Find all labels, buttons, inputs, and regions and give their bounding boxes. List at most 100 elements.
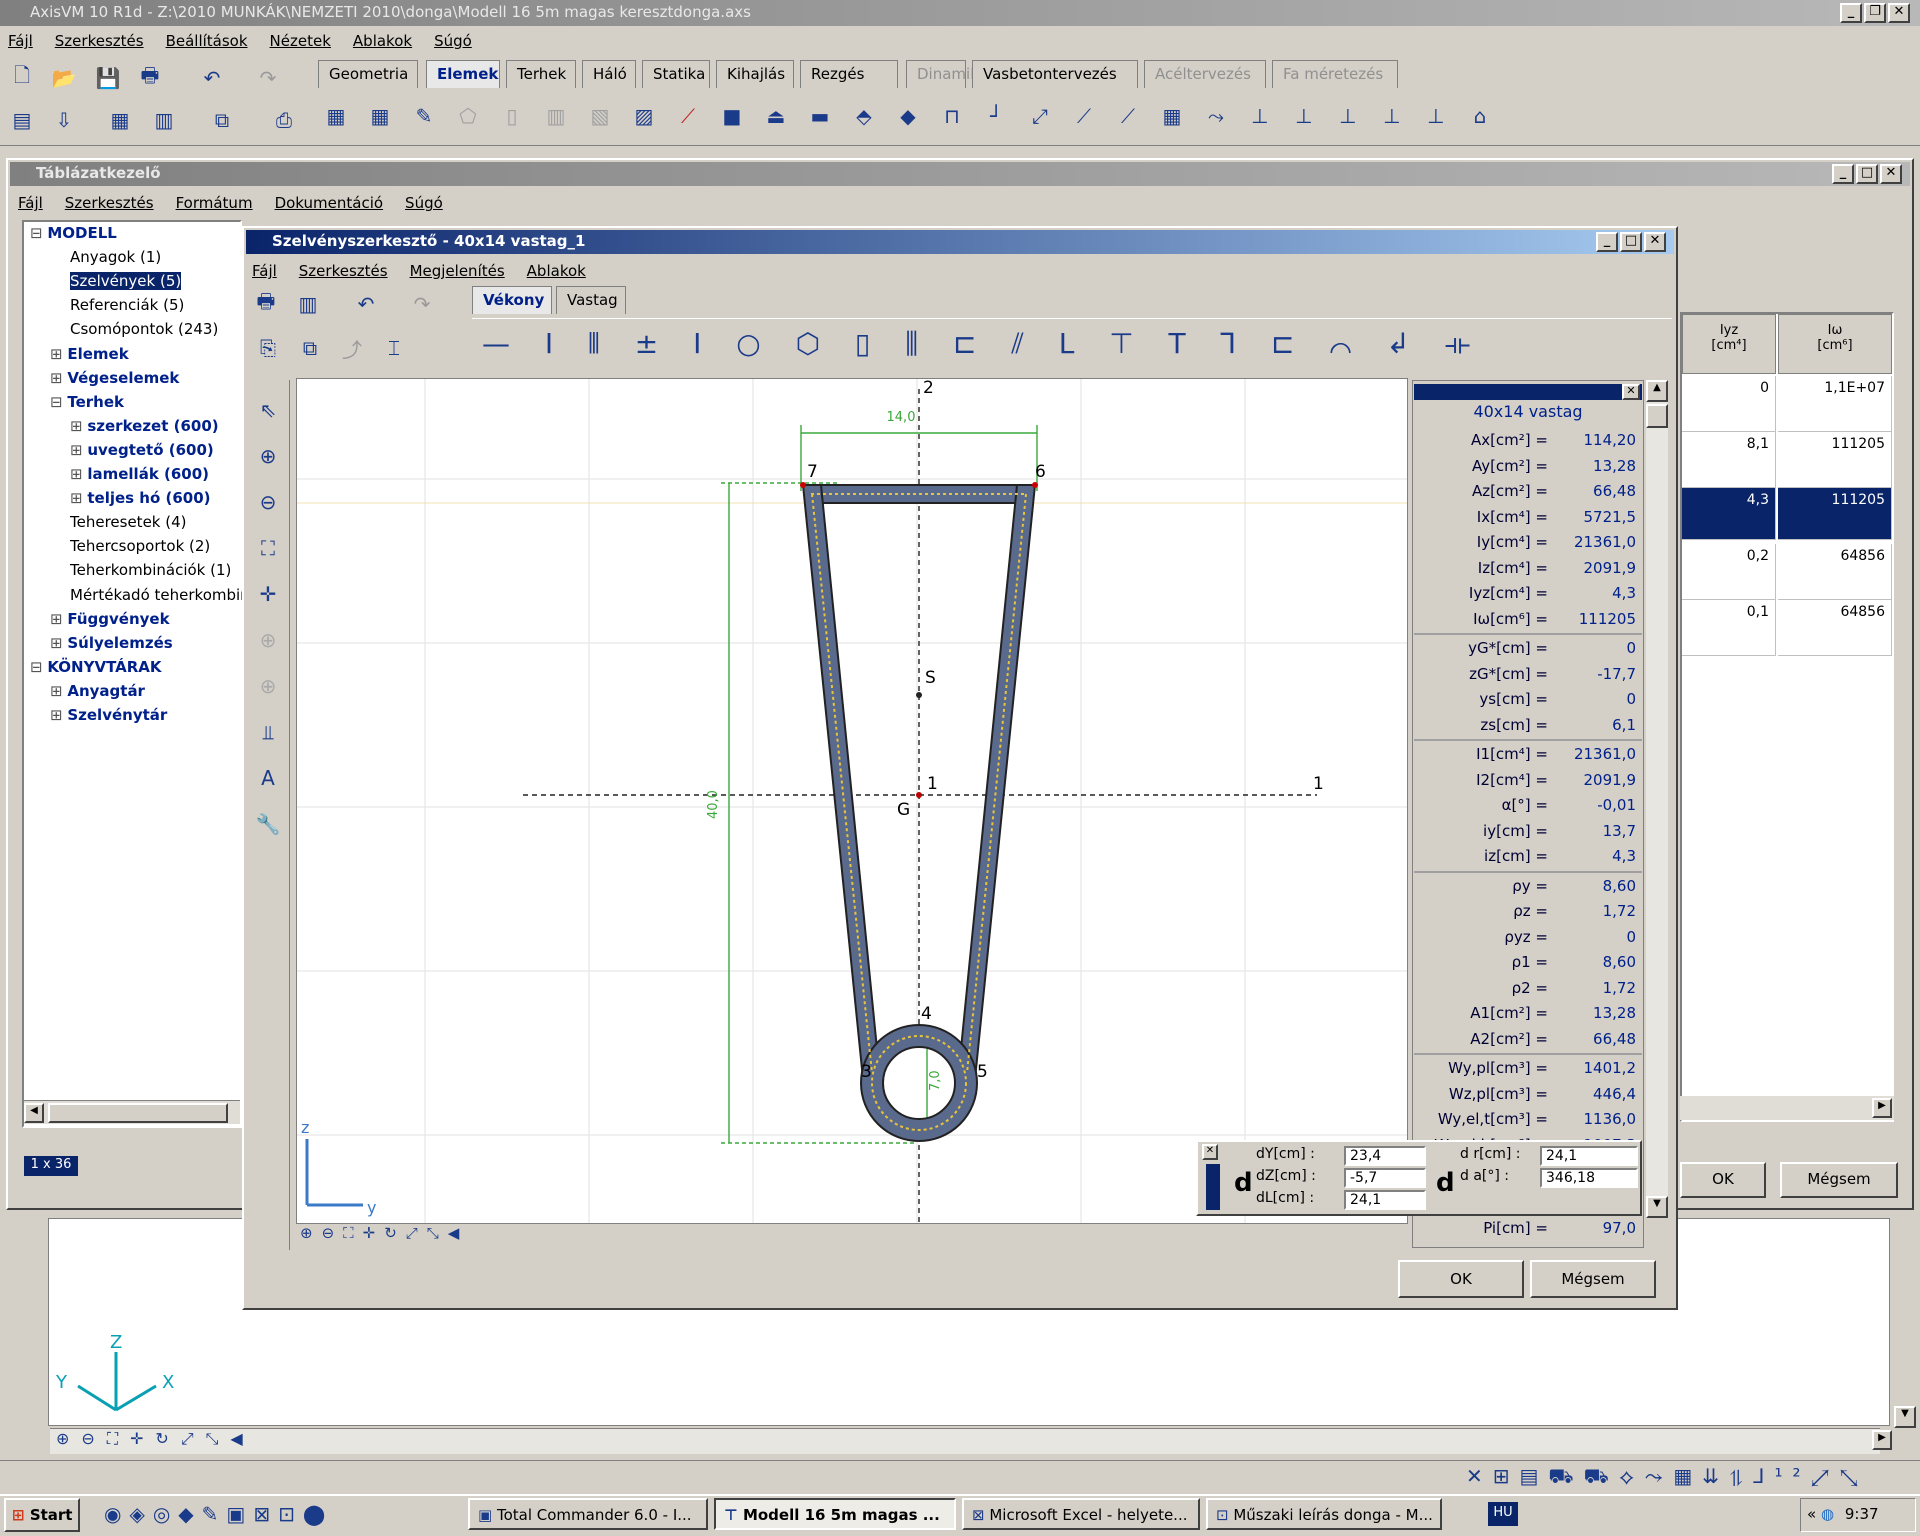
table-minimize-button[interactable]: _ <box>1832 164 1854 184</box>
tree-item[interactable]: Anyagok (1) <box>50 248 161 266</box>
taskbar-item-2[interactable]: ⊠ Microsoft Excel - helyete... <box>962 1498 1200 1530</box>
tree-item[interactable]: Teherkombinációk (1) <box>50 561 231 579</box>
da-value[interactable]: 346,18 <box>1540 1168 1638 1188</box>
taskbar-item-3[interactable]: ⊡ Műszaki leírás donga - M... <box>1206 1498 1442 1530</box>
tree-item[interactable]: ⊟ Terhek <box>50 393 124 411</box>
menu-item-1[interactable]: Szerkesztés <box>65 194 154 212</box>
collapse-icon[interactable]: ⊟ <box>30 224 47 242</box>
element-tool-icon-4[interactable]: ▯ <box>496 100 528 132</box>
screenshot-icon[interactable]: ⎙ <box>268 104 300 136</box>
module-tab-3[interactable]: Háló <box>582 60 636 88</box>
editor-cancel-button[interactable]: Mégsem <box>1530 1260 1656 1298</box>
element-tool-icon-6[interactable]: ▧ <box>584 100 616 132</box>
taskbar-item-1[interactable]: ⊤ Modell 16 5m magas ... <box>714 1498 956 1530</box>
print-section-icon[interactable]: 🖶 <box>250 288 282 320</box>
element-tool-icon-5[interactable]: ▥ <box>540 100 572 132</box>
menu-item-4[interactable]: Súgó <box>405 194 443 212</box>
grid-cell[interactable]: 1,1E+07 <box>1778 376 1892 432</box>
quicklaunch-icons[interactable]: ◉◈◎◆✎▣⊠⊡⬤ <box>104 1502 333 1526</box>
tree-item[interactable]: Szelvények (5) <box>50 271 183 292</box>
tree-item[interactable]: ⊞ uvegtető (600) <box>70 441 214 459</box>
tray-chevron-icon[interactable]: « <box>1807 1505 1816 1523</box>
main-vscroll-down[interactable]: ▼ <box>1894 1406 1916 1428</box>
grid-cell[interactable]: 111205 <box>1778 432 1892 488</box>
export-section-icon[interactable]: ⤴ <box>336 332 368 364</box>
language-indicator[interactable]: HU <box>1488 1502 1518 1526</box>
grid-header[interactable]: Iyz [cm⁴] <box>1682 314 1776 374</box>
pointer-icon[interactable]: ⇖ <box>252 394 284 426</box>
dz-value[interactable]: -5,7 <box>1344 1168 1426 1188</box>
menu-item-4[interactable]: Ablakok <box>353 32 412 50</box>
dl-value[interactable]: 24,1 <box>1344 1190 1426 1210</box>
element-tool-icon-3[interactable]: ⬠ <box>452 100 484 132</box>
tree-item[interactable]: ⊞ Anyagtár <box>50 682 145 700</box>
table-close-button[interactable]: ✕ <box>1880 164 1902 184</box>
grid-cell[interactable]: 0,1 <box>1682 600 1776 656</box>
report-icon[interactable]: ▥ <box>148 104 180 136</box>
save-icon[interactable]: 💾 <box>92 62 124 94</box>
menu-item-1[interactable]: Szerkesztés <box>55 32 144 50</box>
zoom-in-icon[interactable]: ⊕ <box>252 440 284 472</box>
restore-button[interactable]: ❐ <box>1864 3 1886 23</box>
undo-section-icon[interactable]: ↶ <box>350 288 382 320</box>
open-folder-icon[interactable]: 📂 <box>48 62 80 94</box>
layers-icon[interactable]: ▤ <box>6 104 38 136</box>
module-tab-9[interactable]: Acéltervezés <box>1144 60 1266 88</box>
redo-section-icon[interactable]: ↷ <box>406 288 438 320</box>
text-label-icon[interactable]: A <box>252 762 284 794</box>
editor-ok-button[interactable]: OK <box>1398 1260 1524 1298</box>
expand-icon[interactable]: ⊞ <box>70 417 87 435</box>
wrench-icon[interactable]: 🔧 <box>252 808 284 840</box>
expand-icon[interactable]: ⊞ <box>70 489 87 507</box>
collapse-icon[interactable]: ⊟ <box>30 658 47 676</box>
tree-item[interactable]: ⊞ Függvények <box>50 610 170 628</box>
dr-value[interactable]: 24,1 <box>1540 1146 1638 1166</box>
editor-maximize-button[interactable]: □ <box>1620 232 1642 252</box>
collapse-icon[interactable]: ⊟ <box>50 393 67 411</box>
library-icon[interactable]: ▥ <box>292 288 324 320</box>
tree-item[interactable]: Mértékadó teherkombin <box>50 586 250 604</box>
zoom-next-icon[interactable]: ⊕ <box>252 670 284 702</box>
table-maximize-button[interactable]: □ <box>1856 164 1878 184</box>
menu-item-2[interactable]: Megjelenítés <box>410 262 505 280</box>
stack-section-icon[interactable]: ⧉ <box>294 332 326 364</box>
grid-header[interactable]: Iω [cm⁶] <box>1778 314 1892 374</box>
expand-icon[interactable]: ⊞ <box>50 706 67 724</box>
element-tool-icon-17[interactable]: ⟋ <box>1068 100 1100 132</box>
element-tool-icon-10[interactable]: ⏏ <box>760 100 792 132</box>
menu-item-3[interactable]: Nézetek <box>270 32 331 50</box>
minimize-button[interactable]: _ <box>1840 3 1862 23</box>
redo-icon[interactable]: ↷ <box>252 62 284 94</box>
element-tool-icon-13[interactable]: ◆ <box>892 100 924 132</box>
grid-cell[interactable]: 64856 <box>1778 544 1892 600</box>
element-tool-icon-8[interactable]: ⟋ <box>672 100 704 132</box>
grid-cell[interactable]: 111205 <box>1778 488 1892 540</box>
element-tool-icon-1[interactable]: ▦ <box>364 100 396 132</box>
menu-item-0[interactable]: Fájl <box>8 32 33 50</box>
editor-minimize-button[interactable]: _ <box>1596 232 1618 252</box>
element-tool-icon-0[interactable]: ▦ <box>320 100 352 132</box>
new-file-icon[interactable]: 🗋 <box>6 62 38 94</box>
main-hscroll-right[interactable]: ▶ <box>1872 1430 1892 1452</box>
tree-hscrollbar[interactable]: ◀ <box>24 1100 240 1124</box>
zoom-out-icon[interactable]: ⊖ <box>252 486 284 518</box>
module-tab-1[interactable]: Elemek <box>426 60 500 88</box>
table-ok-button[interactable]: OK <box>1680 1162 1766 1198</box>
close-button[interactable]: ✕ <box>1888 3 1910 23</box>
menu-item-3[interactable]: Ablakok <box>527 262 586 280</box>
tree-item[interactable]: ⊞ Elemek <box>50 345 129 363</box>
module-tab-10[interactable]: Fa méretezés <box>1272 60 1398 88</box>
shape-tab-0[interactable]: Vékony <box>472 286 552 314</box>
i-beam-icon[interactable]: ⌶ <box>378 332 410 364</box>
expand-icon[interactable]: ⊞ <box>50 610 67 628</box>
menu-item-3[interactable]: Dokumentáció <box>275 194 383 212</box>
element-tool-icon-21[interactable]: ⊥ <box>1244 100 1276 132</box>
element-tool-icon-14[interactable]: ⊓ <box>936 100 968 132</box>
grid-cell[interactable]: 0,2 <box>1682 544 1776 600</box>
properties-vscrollbar[interactable]: ▲ ▼ <box>1646 380 1668 1218</box>
zoom-prev-icon[interactable]: ⊕ <box>252 624 284 656</box>
expand-icon[interactable]: ⊞ <box>50 345 67 363</box>
grid-cell[interactable]: 4,3 <box>1682 488 1776 540</box>
taskbar-item-0[interactable]: ▣ Total Commander 6.0 - I... <box>468 1498 708 1530</box>
tree-item[interactable]: ⊞ Végeselemek <box>50 369 179 387</box>
